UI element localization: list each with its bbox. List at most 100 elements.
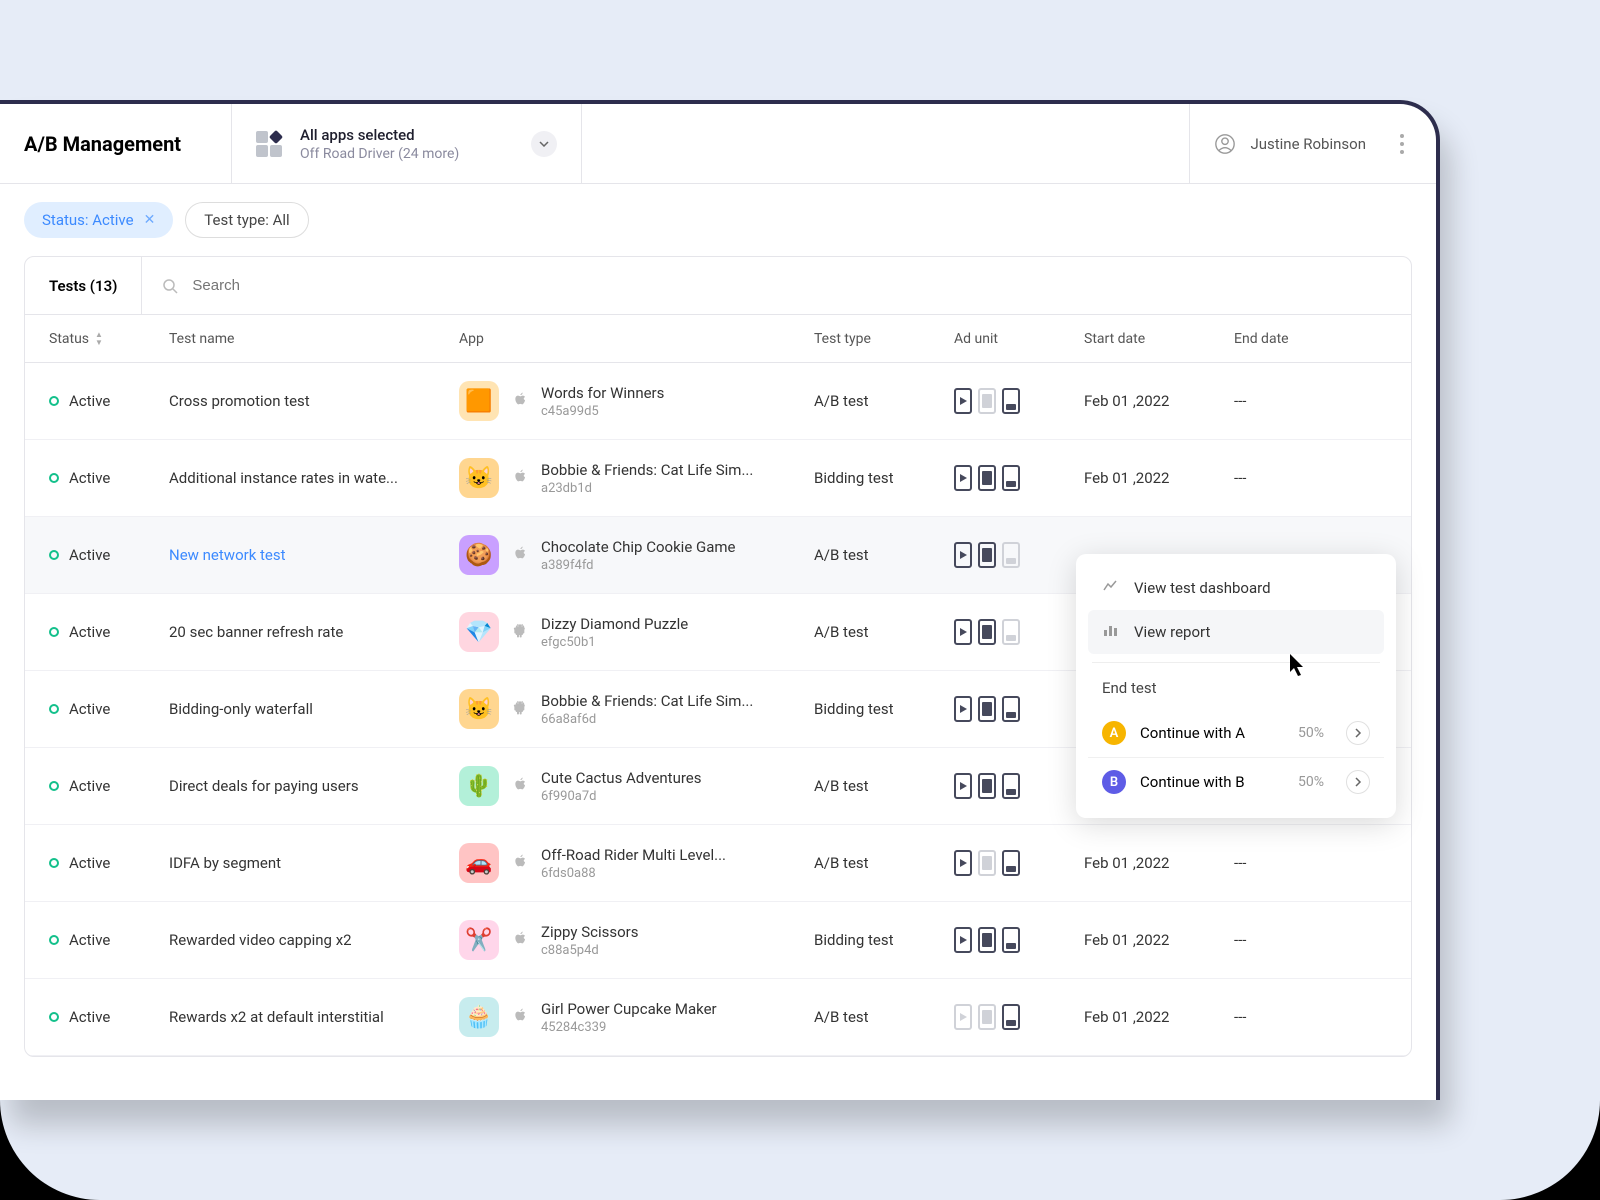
table-row[interactable]: Active Rewarded video capping x2 ✂️ Zipp… [25,902,1411,979]
start-date-cell: Feb 01 ,2022 [1084,931,1234,949]
continue-with-b[interactable]: B Continue with B 50% [1088,758,1384,806]
adunit-btm-icon [1002,696,1020,722]
adunit-fill-icon [978,542,996,568]
col-end-date[interactable]: End date [1234,331,1354,347]
col-test-type[interactable]: Test type [814,331,954,347]
test-type-cell: A/B test [814,1008,954,1026]
col-test-name[interactable]: Test name [169,331,459,347]
end-date-cell: --- [1234,392,1354,410]
app-cell: 🟧 Words for Winners c45a99d5 [459,381,814,421]
col-start-date[interactable]: Start date [1084,331,1234,347]
status-cell: Active [49,623,169,641]
continue-a-label: Continue with A [1140,724,1284,742]
adunit-cell [954,542,1084,568]
search-box[interactable] [142,257,1411,314]
adunit-play-icon [954,927,972,953]
close-icon[interactable]: ✕ [144,212,156,228]
android-icon [511,622,529,642]
table-row[interactable]: Active Cross promotion test 🟧 Words for … [25,363,1411,440]
search-icon [162,278,178,294]
adunit-play-icon [954,542,972,568]
app-name: Bobbie & Friends: Cat Life Sim... [541,461,753,479]
status-cell: Active [49,469,169,487]
app-id: efgc50b1 [541,635,688,650]
adunit-fill-icon [978,619,996,645]
user-menu[interactable]: Justine Robinson [1189,104,1436,183]
row-context-menu: View test dashboard View report End test… [1076,554,1396,818]
app-name: Cute Cactus Adventures [541,769,702,787]
kebab-menu-icon[interactable] [1392,134,1412,154]
col-ad-unit[interactable]: Ad unit [954,331,1084,347]
status-text: Active [69,1008,110,1026]
status-text: Active [69,931,110,949]
filter-bar: Status: Active ✕ Test type: All [0,184,1436,256]
table-row[interactable]: Active Rewards x2 at default interstitia… [25,979,1411,1056]
filter-chip-status[interactable]: Status: Active ✕ [24,202,173,238]
status-text: Active [69,546,110,564]
adunit-cell [954,773,1084,799]
user-name: Justine Robinson [1250,135,1366,153]
table-row[interactable]: Active Additional instance rates in wate… [25,440,1411,517]
pct-a: 50% [1298,725,1324,741]
app-selector-sub: Off Road Driver (24 more) [300,146,513,162]
app-icon: 🌵 [459,766,499,806]
adunit-cell [954,619,1084,645]
test-type-cell: Bidding test [814,931,954,949]
status-cell: Active [49,854,169,872]
status-text: Active [69,623,110,641]
app-id: 6fds0a88 [541,866,726,881]
apps-grid-icon [256,131,282,157]
app-icon: 🚗 [459,843,499,883]
menu-view-dashboard[interactable]: View test dashboard [1088,566,1384,610]
status-cell: Active [49,931,169,949]
header: A/B Management All apps selected Off Roa… [0,104,1436,184]
col-app[interactable]: App [459,331,814,347]
menu-view-dashboard-label: View test dashboard [1134,579,1271,597]
adunit-cell [954,696,1084,722]
apple-icon [511,853,529,873]
user-icon [1214,133,1236,155]
filter-chip-type[interactable]: Test type: All [185,202,308,238]
adunit-play-icon [954,465,972,491]
status-cell: Active [49,546,169,564]
app-icon: 🟧 [459,381,499,421]
adunit-fill-icon [978,1004,996,1030]
app-name: Bobbie & Friends: Cat Life Sim... [541,692,753,710]
app-selector-dropdown[interactable]: All apps selected Off Road Driver (24 mo… [232,104,582,183]
adunit-btm-icon [1002,773,1020,799]
sort-icon: ▲▼ [95,331,103,347]
adunit-btm-icon [1002,619,1020,645]
test-name-cell[interactable]: New network test [169,546,459,564]
adunit-fill-icon [978,773,996,799]
test-name-cell: Rewards x2 at default interstitial [169,1008,459,1026]
app-cell: 🧁 Girl Power Cupcake Maker 45284c339 [459,997,814,1037]
apple-icon [511,468,529,488]
test-type-cell: A/B test [814,777,954,795]
app-cell: 😺 Bobbie & Friends: Cat Life Sim... a23d… [459,458,814,498]
end-date-cell: --- [1234,469,1354,487]
test-name-cell: Bidding-only waterfall [169,700,459,718]
col-status[interactable]: Status ▲▼ [49,331,169,347]
test-name-cell: 20 sec banner refresh rate [169,623,459,641]
badge-b: B [1102,770,1126,794]
start-date-cell: Feb 01 ,2022 [1084,1008,1234,1026]
app-cell: 🚗 Off-Road Rider Multi Level... 6fds0a88 [459,843,814,883]
app-icon: ✂️ [459,920,499,960]
tests-count-tab[interactable]: Tests (13) [25,257,142,314]
adunit-cell [954,850,1084,876]
adunit-play-icon [954,696,972,722]
app-name: Off-Road Rider Multi Level... [541,846,726,864]
table-row[interactable]: Active IDFA by segment 🚗 Off-Road Rider … [25,825,1411,902]
search-input[interactable] [192,277,1391,294]
badge-a: A [1102,721,1126,745]
app-id: a389f4fd [541,558,735,573]
test-type-cell: A/B test [814,623,954,641]
app-cell: 🍪 Chocolate Chip Cookie Game a389f4fd [459,535,814,575]
chart-icon [1102,622,1120,642]
status-active-icon [49,550,59,560]
continue-with-a[interactable]: A Continue with A 50% [1088,709,1384,758]
app-cell: 💎 Dizzy Diamond Puzzle efgc50b1 [459,612,814,652]
filter-chip-status-label: Status: Active [42,211,134,229]
pct-b: 50% [1298,774,1324,790]
menu-view-report[interactable]: View report [1088,610,1384,654]
